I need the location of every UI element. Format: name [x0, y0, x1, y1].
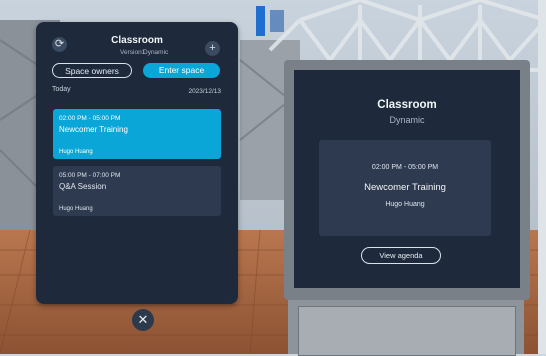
event-card[interactable]: 05:00 PM - 07:00 PM Q&A Session Hugo Hua… [53, 166, 221, 216]
add-button[interactable]: + [205, 41, 220, 56]
schedule-date: 2023/12/13 [188, 88, 221, 95]
kiosk-event-time: 02:00 PM - 05:00 PM [371, 164, 439, 171]
close-button[interactable]: ✕ [132, 309, 154, 331]
view-agenda-button[interactable]: View agenda [361, 247, 441, 264]
event-host: Hugo Huang [59, 149, 93, 155]
panel-mode: Dynamic [143, 49, 169, 56]
event-name: Newcomer Training [59, 125, 128, 134]
kiosk-title: Classroom [377, 99, 437, 111]
plus-icon: + [209, 42, 216, 54]
kiosk-event-card: 02:00 PM - 05:00 PM Newcomer Training Hu… [319, 140, 491, 236]
schedule-panel: ⟳ Classroom Version1 Dynamic + Space own… [36, 22, 238, 304]
event-name: Q&A Session [59, 182, 107, 191]
close-icon: ✕ [137, 312, 149, 327]
kiosk-screen: Classroom Dynamic 02:00 PM - 05:00 PM Ne… [294, 70, 520, 288]
kiosk-event-host: Hugo Huang [385, 201, 425, 208]
event-time: 02:00 PM - 05:00 PM [59, 115, 121, 122]
day-label: Today [52, 86, 71, 93]
event-card-selected[interactable]: 02:00 PM - 05:00 PM Newcomer Training Hu… [53, 109, 221, 159]
space-owners-button[interactable]: Space owners [52, 63, 132, 78]
panel-version: Version1 [120, 49, 146, 56]
event-host: Hugo Huang [59, 206, 93, 212]
kiosk-mode: Dynamic [389, 115, 425, 125]
kiosk-event-name: Newcomer Training [364, 182, 446, 193]
kiosk-stand-panel [298, 306, 516, 356]
enter-space-button[interactable]: Enter space [143, 63, 220, 78]
event-time: 05:00 PM - 07:00 PM [59, 172, 121, 179]
